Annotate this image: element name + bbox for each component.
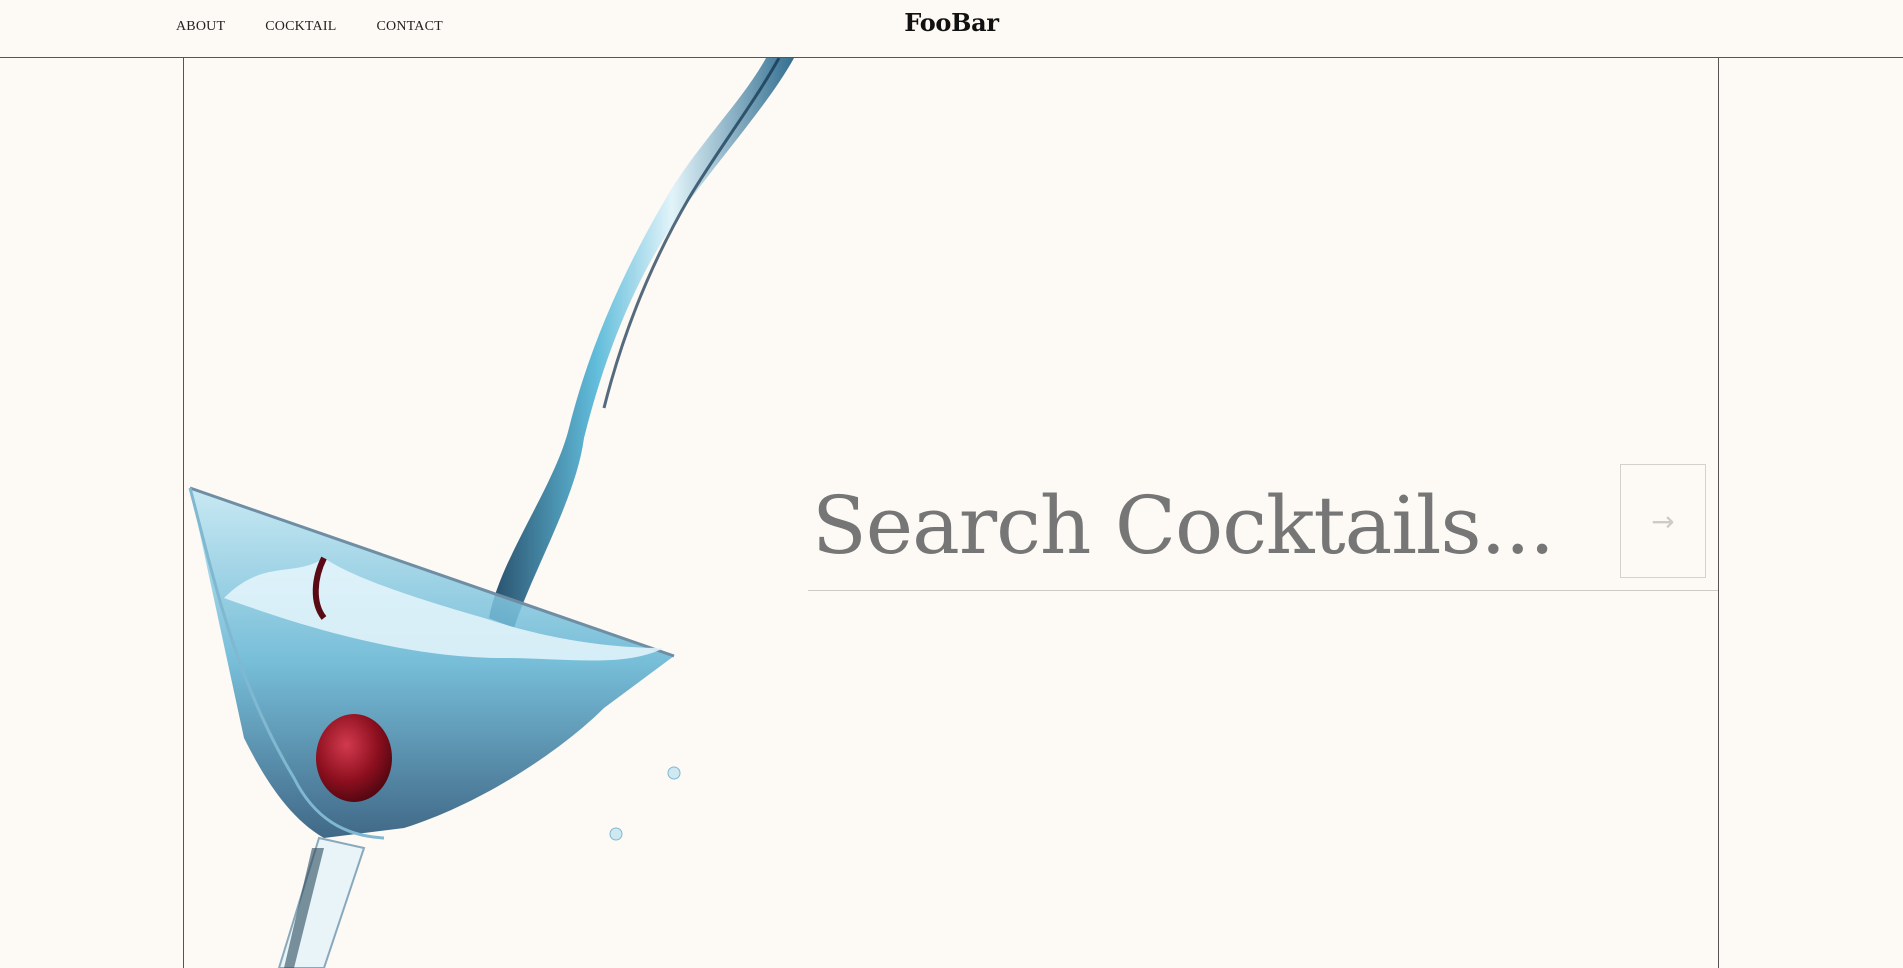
arrow-right-icon: →	[1651, 504, 1675, 538]
cocktail-search-input[interactable]	[812, 475, 1592, 575]
brand-logo[interactable]: FooBar	[0, 8, 1903, 37]
martini-hero-image	[184, 58, 824, 968]
search-bar: →	[808, 460, 1718, 591]
top-navigation-bar: ABOUT COCKTAIL CONTACT FooBar	[0, 0, 1903, 58]
martini-illustration	[188, 58, 794, 968]
search-submit-button[interactable]: →	[1620, 464, 1706, 578]
